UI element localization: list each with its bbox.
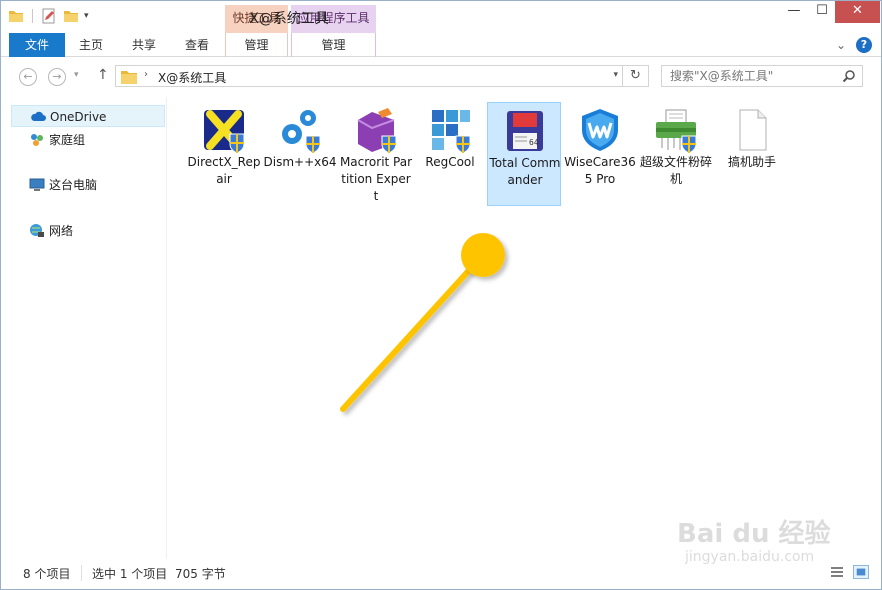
macrorit-icon	[357, 108, 397, 154]
network-icon	[30, 224, 44, 237]
watermark-url: jingyan.baidu.com	[685, 549, 815, 565]
nav-item-this-pc[interactable]: 这台电脑	[11, 174, 165, 196]
properties-icon[interactable]	[40, 7, 58, 25]
search-icon[interactable]	[842, 69, 856, 83]
file-name: Dism++x64	[263, 155, 337, 169]
total-commander-icon: 64	[507, 111, 543, 151]
file-item-shredder[interactable]: 超级文件粉碎机	[639, 102, 713, 206]
nav-item-onedrive[interactable]: OneDrive	[11, 105, 165, 127]
file-name: 超级文件粉碎机	[639, 155, 712, 186]
watermark-logo: Bai du 经验	[677, 519, 831, 549]
search-input[interactable]	[662, 66, 838, 86]
window-title-wrap: X@系统工具	[1, 8, 882, 28]
file-name: RegCool	[425, 155, 475, 169]
regcool-icon	[432, 110, 471, 154]
file-name: 搞机助手	[727, 155, 776, 169]
file-item-regcool[interactable]: RegCool	[413, 102, 487, 206]
tab-manage-shortcut[interactable]: 管理	[225, 33, 288, 57]
folder-icon[interactable]	[7, 7, 25, 25]
nav-item-label: 这台电脑	[49, 178, 98, 192]
address-row: ← → ▾ ↑ › X@系统工具 ▾ ↻	[1, 57, 881, 97]
refresh-button[interactable]: ↻	[623, 65, 649, 87]
file-item-macrorit[interactable]: Macrorit Partition Expert	[339, 102, 413, 206]
toolbar-separator	[32, 9, 33, 23]
selected-size: 705 字节	[175, 567, 226, 581]
expand-ribbon-icon[interactable]: ⌄	[836, 38, 846, 52]
nav-item-homegroup[interactable]: 家庭组	[11, 129, 165, 151]
large-icons-view-icon[interactable]	[853, 565, 869, 579]
up-button[interactable]: ↑	[97, 67, 109, 83]
customize-toolbar-icon[interactable]: ▾	[84, 11, 89, 21]
maximize-button[interactable]: ☐	[807, 1, 837, 23]
ribbon-tab-row: 文件 主页 共享 查看 管理 管理	[1, 33, 881, 57]
tab-share[interactable]: 共享	[119, 33, 169, 57]
title-bar: ▾ 快捷工具 应用程序工具 X@系统工具 — ☐ ✕	[1, 1, 881, 33]
explorer-window: ▾ 快捷工具 应用程序工具 X@系统工具 — ☐ ✕ 文件 主页 共享 查看 管…	[0, 0, 882, 590]
minimize-button[interactable]: —	[779, 1, 809, 23]
blank-file-icon	[739, 109, 767, 151]
new-folder-icon[interactable]	[62, 7, 80, 25]
forward-button[interactable]: →	[48, 68, 66, 86]
file-item-blank[interactable]: 搞机助手	[715, 102, 789, 206]
tab-home[interactable]: 主页	[67, 33, 115, 57]
file-name: DirectX_Repair	[187, 155, 261, 186]
svg-text:64: 64	[529, 138, 539, 147]
homegroup-icon	[31, 134, 43, 146]
wisecare-icon	[582, 109, 618, 151]
navigation-pane: OneDrive 家庭组 这台电脑 网络	[1, 97, 167, 559]
address-bar[interactable]: › X@系统工具 ▾	[115, 65, 623, 87]
item-count: 8 个项目	[23, 567, 71, 581]
chevron-down-icon[interactable]: ▾	[613, 70, 618, 80]
file-name: WiseCare365 Pro	[564, 155, 636, 186]
file-name: Macrorit Partition Expert	[339, 155, 413, 203]
breadcrumb-chevron-icon[interactable]: ›	[144, 69, 148, 80]
file-item-total-commander[interactable]: 64 Total Commander	[487, 102, 561, 206]
nav-item-label: OneDrive	[50, 110, 107, 124]
cloud-icon	[31, 111, 46, 121]
nav-item-network[interactable]: 网络	[11, 220, 165, 242]
recent-locations-icon[interactable]: ▾	[74, 70, 79, 80]
help-icon[interactable]: ?	[856, 37, 872, 53]
back-button[interactable]: ←	[19, 68, 37, 86]
directx-repair-icon	[204, 110, 245, 154]
dism-icon	[282, 110, 321, 154]
context-tab-quick-tools: 快捷工具	[225, 5, 288, 33]
file-name: Total Commander	[489, 156, 561, 187]
status-divider	[81, 565, 82, 581]
nav-item-label: 网络	[49, 224, 74, 238]
computer-icon	[29, 178, 45, 191]
close-button[interactable]: ✕	[835, 1, 880, 23]
tab-file[interactable]: 文件	[9, 33, 65, 57]
file-list: DirectX_Repair Dism++x64 Macrorit Partit…	[168, 97, 880, 559]
search-box[interactable]	[661, 65, 863, 87]
context-tab-app-tools: 应用程序工具	[291, 5, 376, 33]
file-item-directx-repair[interactable]: DirectX_Repair	[187, 102, 261, 206]
watermark: Bai du 经验 jingyan.baidu.com	[677, 513, 837, 573]
selected-count: 选中 1 个项目	[92, 567, 168, 581]
folder-icon	[121, 71, 137, 84]
tab-view[interactable]: 查看	[173, 33, 221, 57]
tab-manage-app[interactable]: 管理	[291, 33, 376, 57]
file-item-wisecare[interactable]: WiseCare365 Pro	[563, 102, 637, 206]
quick-access-toolbar: ▾	[7, 7, 89, 25]
breadcrumb[interactable]: X@系统工具	[158, 69, 226, 86]
shredder-icon	[656, 109, 697, 154]
nav-item-label: 家庭组	[49, 133, 86, 147]
file-item-dism[interactable]: Dism++x64	[263, 102, 337, 206]
